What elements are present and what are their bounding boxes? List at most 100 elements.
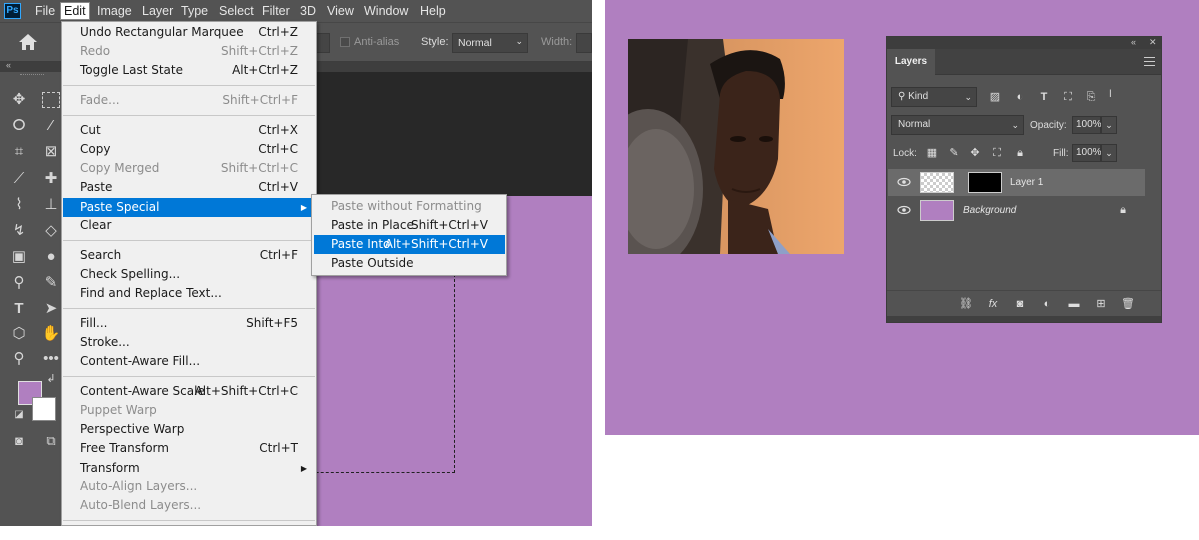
layer-filter-select[interactable]: ⚲ Kind ⌄ bbox=[891, 87, 977, 107]
menu-item-search[interactable]: Search Ctrl+F bbox=[63, 246, 315, 265]
lock-transparent-icon[interactable]: ▦ bbox=[925, 146, 939, 160]
menu-3d[interactable]: 3D bbox=[297, 3, 319, 19]
blend-mode-select[interactable]: Normal ⌄ bbox=[891, 115, 1024, 135]
menu-help[interactable]: Help bbox=[417, 3, 449, 19]
collapse-panel-icon[interactable]: « bbox=[1131, 37, 1136, 47]
layer-name[interactable]: Layer 1 bbox=[1010, 177, 1043, 188]
panel-resize-grip[interactable] bbox=[887, 316, 1161, 322]
menu-image[interactable]: Image bbox=[94, 3, 135, 19]
menu-item-stroke[interactable]: Stroke... bbox=[63, 333, 315, 352]
menu-item-paste[interactable]: Paste Ctrl+V bbox=[63, 178, 315, 197]
lock-all-icon[interactable]: 🔒︎ bbox=[1013, 146, 1027, 160]
layer-mask-thumbnail[interactable] bbox=[968, 172, 1002, 193]
width-field[interactable] bbox=[576, 33, 592, 53]
menu-item-content-aware-scale[interactable]: Content-Aware Scale Alt+Shift+Ctrl+C bbox=[63, 382, 315, 401]
menu-item-find-replace[interactable]: Find and Replace Text... bbox=[63, 284, 315, 303]
shape-tool-icon[interactable]: ⬡ bbox=[8, 323, 30, 345]
filter-toggle-icon[interactable]: ⏽ bbox=[1106, 87, 1115, 101]
submenu-item-paste-outside[interactable]: Paste Outside bbox=[314, 254, 505, 273]
lock-image-icon[interactable]: ✎ bbox=[947, 146, 961, 160]
menu-item-clear[interactable]: Clear bbox=[63, 216, 315, 235]
path-selection-icon[interactable]: ➤ bbox=[40, 298, 62, 320]
add-mask-icon[interactable]: ◙ bbox=[1013, 297, 1027, 311]
new-group-icon[interactable]: ▬ bbox=[1067, 297, 1081, 311]
default-colors-icon[interactable]: ◪ bbox=[12, 408, 26, 422]
blur-tool-icon[interactable]: ● bbox=[40, 246, 62, 268]
layer-row-layer-1[interactable]: Layer 1 bbox=[888, 169, 1145, 196]
feather-field[interactable] bbox=[316, 33, 330, 53]
layer-name[interactable]: Background bbox=[963, 205, 1016, 216]
dodge-tool-icon[interactable]: ⚲ bbox=[8, 272, 30, 294]
more-tools-icon[interactable]: ••• bbox=[40, 348, 62, 370]
menu-filter[interactable]: Filter bbox=[259, 3, 293, 19]
chevron-down-icon[interactable]: ⌄ bbox=[1101, 116, 1117, 134]
menu-view[interactable]: View bbox=[324, 3, 357, 19]
lasso-tool-icon[interactable]: ⵔ bbox=[8, 115, 30, 137]
visibility-eye-icon[interactable] bbox=[897, 177, 911, 187]
menu-item-paste-special[interactable]: Paste Special ▶ bbox=[63, 198, 315, 217]
visibility-eye-icon[interactable] bbox=[897, 205, 911, 215]
layer-thumbnail[interactable] bbox=[920, 172, 954, 193]
new-layer-icon[interactable]: ⊞ bbox=[1094, 297, 1108, 311]
menu-item-undo[interactable]: Undo Rectangular Marquee Ctrl+Z bbox=[63, 23, 315, 42]
menu-item-copy[interactable]: Copy Ctrl+C bbox=[63, 140, 315, 159]
gradient-tool-icon[interactable]: ▣ bbox=[8, 246, 30, 268]
eraser-icon[interactable]: ◇ bbox=[40, 220, 62, 242]
menu-item-transform[interactable]: Transform ▶ bbox=[63, 459, 315, 478]
swap-colors-icon[interactable]: ↲ bbox=[44, 372, 58, 386]
submenu-item-paste-into[interactable]: Paste Into Alt+Shift+Ctrl+V bbox=[314, 235, 505, 254]
tab-layers[interactable]: Layers bbox=[887, 49, 935, 75]
collapse-icon[interactable]: « bbox=[6, 60, 11, 70]
menu-item-content-aware-fill[interactable]: Content-Aware Fill... bbox=[63, 352, 315, 371]
menu-item-check-spelling[interactable]: Check Spelling... bbox=[63, 265, 315, 284]
menu-edit[interactable]: Edit bbox=[60, 2, 90, 20]
link-layers-icon[interactable]: ⛓ bbox=[959, 297, 973, 311]
fill-field[interactable]: 100% ⌄ bbox=[1072, 144, 1117, 162]
frame-tool-icon[interactable]: ⊠ bbox=[40, 141, 62, 163]
hand-tool-icon[interactable]: ✋ bbox=[40, 323, 62, 345]
menu-type[interactable]: Type bbox=[178, 3, 211, 19]
menu-layer[interactable]: Layer bbox=[139, 3, 176, 19]
rectangular-marquee-tool-icon[interactable] bbox=[42, 92, 60, 108]
crop-tool-icon[interactable]: ⌗ bbox=[8, 141, 30, 163]
healing-brush-icon[interactable]: ✚ bbox=[40, 168, 62, 190]
magic-wand-icon[interactable]: ⁄ bbox=[40, 115, 62, 137]
eyedropper-icon[interactable]: ⟋ bbox=[8, 168, 30, 190]
move-tool-icon[interactable]: ✥ bbox=[8, 89, 30, 111]
menu-select[interactable]: Select bbox=[216, 3, 257, 19]
home-icon[interactable] bbox=[18, 33, 38, 51]
lock-artboard-icon[interactable]: ⛶ bbox=[990, 146, 1004, 160]
fx-icon[interactable]: fx bbox=[986, 297, 1000, 311]
chevron-down-icon[interactable]: ⌄ bbox=[1101, 144, 1117, 162]
type-tool-icon[interactable]: T bbox=[8, 298, 30, 320]
lock-position-icon[interactable]: ✥ bbox=[968, 146, 982, 160]
history-brush-icon[interactable]: ↯ bbox=[8, 220, 30, 242]
brush-tool-icon[interactable]: ⌇ bbox=[8, 194, 30, 216]
opacity-field[interactable]: 100% ⌄ bbox=[1072, 116, 1117, 134]
clone-stamp-icon[interactable]: ⊥ bbox=[40, 194, 62, 216]
screen-mode-icon[interactable]: ⧉ bbox=[40, 430, 62, 452]
zoom-tool-icon[interactable]: ⚲ bbox=[8, 348, 30, 370]
menu-window[interactable]: Window bbox=[361, 3, 411, 19]
filter-shape-icon[interactable]: ⛶ bbox=[1061, 90, 1075, 104]
anti-alias-checkbox[interactable] bbox=[340, 37, 350, 47]
panel-grip[interactable] bbox=[20, 74, 44, 77]
pen-tool-icon[interactable]: ✎ bbox=[40, 272, 62, 294]
menu-item-perspective-warp[interactable]: Perspective Warp bbox=[63, 420, 315, 439]
menu-item-cut[interactable]: Cut Ctrl+X bbox=[63, 121, 315, 140]
close-panel-icon[interactable]: ✕ bbox=[1149, 37, 1157, 48]
submenu-item-paste-in-place[interactable]: Paste in Place Shift+Ctrl+V bbox=[314, 216, 505, 235]
menu-item-fill[interactable]: Fill... Shift+F5 bbox=[63, 314, 315, 333]
filter-smart-object-icon[interactable]: ⎘ bbox=[1084, 90, 1098, 104]
panel-menu-icon[interactable] bbox=[1144, 57, 1155, 66]
layer-thumbnail[interactable] bbox=[920, 200, 954, 221]
adjustment-layer-icon[interactable]: ◐ bbox=[1040, 297, 1054, 311]
filter-pixel-icon[interactable]: ▨ bbox=[988, 90, 1002, 104]
filter-type-icon[interactable]: T bbox=[1037, 90, 1051, 104]
background-color-swatch[interactable] bbox=[32, 397, 56, 421]
layer-row-background[interactable]: Background 🔒︎ bbox=[888, 197, 1145, 224]
trash-icon[interactable]: 🗑︎ bbox=[1121, 297, 1135, 311]
menu-item-toggle-last-state[interactable]: Toggle Last State Alt+Ctrl+Z bbox=[63, 61, 315, 80]
style-select[interactable]: Normal ⌄ bbox=[452, 33, 528, 53]
filter-adjustment-icon[interactable]: ◐ bbox=[1013, 90, 1027, 104]
